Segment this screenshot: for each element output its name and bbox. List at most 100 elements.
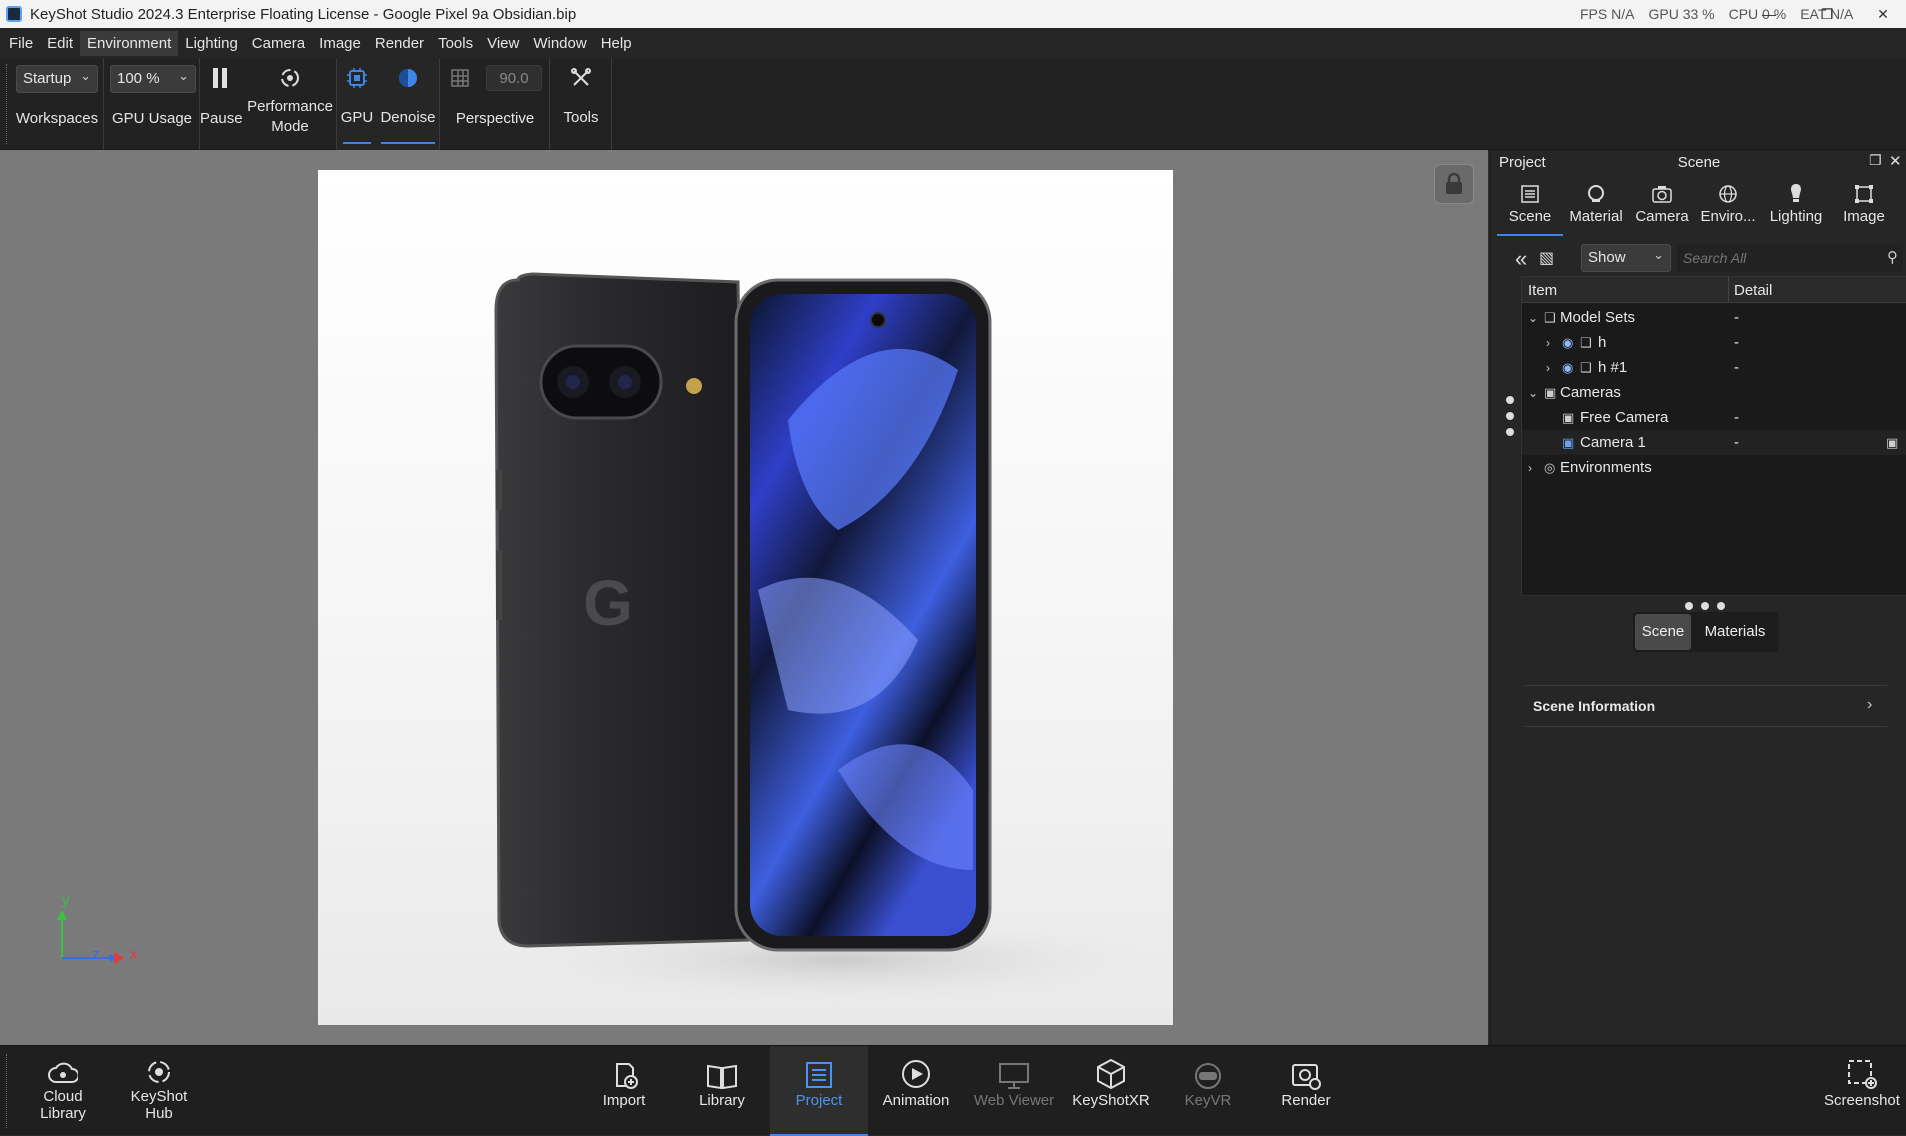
- expand-chevron-icon[interactable]: ›: [1546, 336, 1550, 350]
- segment-materials[interactable]: Materials: [1693, 614, 1777, 650]
- camera-icon: ▣: [1562, 434, 1575, 450]
- tree-row-model-sets[interactable]: ⌄ ❑ Model Sets -: [1522, 305, 1906, 330]
- render-viewport[interactable]: G y z x: [0, 150, 1488, 1045]
- workspace-select[interactable]: Startup ⌄: [16, 65, 98, 93]
- gpu-usage-value: 100 %: [117, 70, 160, 87]
- chevron-down-icon: ⌄: [178, 68, 189, 83]
- keyshot-hub-label-1: KeyShot: [130, 1088, 188, 1105]
- menu-lighting[interactable]: Lighting: [178, 31, 245, 56]
- keyshotxr-button[interactable]: KeyShotXR: [1064, 1046, 1158, 1136]
- segment-scene[interactable]: Scene: [1635, 614, 1691, 650]
- tools-label: Tools: [563, 109, 599, 126]
- detail-column-header[interactable]: Detail: [1734, 282, 1772, 299]
- performance-mode-button[interactable]: Performance Mode: [244, 58, 336, 150]
- library-button[interactable]: Library: [678, 1046, 766, 1136]
- tab-lighting[interactable]: Lighting: [1763, 180, 1829, 236]
- menu-image[interactable]: Image: [312, 31, 368, 56]
- fov-input[interactable]: 90.0: [486, 65, 542, 91]
- toolbar-ribbon: Startup ⌄ Workspaces 100 % ⌄ GPU Usage P…: [0, 58, 1906, 150]
- menu-file[interactable]: File: [2, 31, 40, 56]
- pause-button[interactable]: Pause: [200, 58, 243, 150]
- expand-chevron-icon[interactable]: ⌄: [1528, 386, 1538, 400]
- restore-button[interactable]: ❐: [1804, 0, 1850, 28]
- camera-icon: ▣: [1544, 384, 1557, 400]
- project-button[interactable]: Project: [770, 1046, 868, 1136]
- library-label: Library: [699, 1092, 745, 1109]
- panel-splitter-handle[interactable]: [1505, 394, 1515, 438]
- menu-window[interactable]: Window: [526, 31, 593, 56]
- tree-row-h-1[interactable]: › ◉ ❑ h #1 -: [1522, 355, 1906, 380]
- tree-row-free-camera[interactable]: ▣ Free Camera -: [1522, 405, 1906, 430]
- import-button[interactable]: Import: [580, 1046, 668, 1136]
- expand-chevron-icon[interactable]: ›: [1528, 461, 1532, 475]
- keyvr-label: KeyVR: [1184, 1092, 1232, 1109]
- show-select[interactable]: Show ⌄: [1581, 244, 1671, 272]
- tools-icon: [550, 64, 612, 92]
- eye-icon[interactable]: ◉: [1562, 335, 1573, 351]
- undock-icon[interactable]: ❐: [1869, 152, 1882, 169]
- perspective-label: Perspective: [455, 110, 535, 127]
- lock-icon: [1446, 172, 1462, 194]
- menu-edit[interactable]: Edit: [40, 31, 80, 56]
- project-panel: Project Scene ❐ ✕ Scene Material Camera …: [1490, 150, 1906, 1045]
- menu-render[interactable]: Render: [368, 31, 431, 56]
- keyvr-button[interactable]: KeyVR: [1164, 1046, 1252, 1136]
- search-input[interactable]: [1677, 244, 1903, 272]
- menu-camera[interactable]: Camera: [245, 31, 312, 56]
- menu-tools[interactable]: Tools: [431, 31, 480, 56]
- horizontal-splitter-handle[interactable]: [1683, 598, 1727, 610]
- tree-row-h[interactable]: › ◉ ❑ h -: [1522, 330, 1906, 355]
- tab-scene[interactable]: Scene: [1497, 180, 1563, 236]
- expand-chevron-icon[interactable]: ›: [1546, 361, 1550, 375]
- keyshot-hub-button[interactable]: KeyShot Hub: [118, 1046, 200, 1136]
- column-divider[interactable]: [1728, 277, 1729, 303]
- cloud-library-button[interactable]: Cloud Library: [22, 1046, 104, 1136]
- render-canvas[interactable]: G: [318, 170, 1173, 1025]
- denoise-toggle[interactable]: Denoise: [377, 58, 439, 150]
- image-frame-icon: [1831, 180, 1897, 208]
- tree-row-environments[interactable]: › ◎ Environments: [1522, 455, 1906, 480]
- globe-icon: [1695, 180, 1761, 208]
- tab-environment[interactable]: Enviro...: [1695, 180, 1761, 236]
- camera-icon: ▣: [1562, 409, 1575, 425]
- item-column-header[interactable]: Item: [1528, 282, 1557, 299]
- pause-label: Pause: [200, 110, 243, 127]
- tab-image[interactable]: Image: [1831, 180, 1897, 236]
- axis-gizmo: y z x: [52, 892, 142, 966]
- eye-icon[interactable]: ◉: [1562, 360, 1573, 376]
- perspective-group: 90.0 Perspective: [440, 58, 550, 150]
- menu-view[interactable]: View: [480, 31, 526, 56]
- close-panel-icon[interactable]: ✕: [1889, 152, 1902, 170]
- animation-button[interactable]: Animation: [872, 1046, 960, 1136]
- render-icon: [1262, 1046, 1350, 1092]
- model-filter-icon[interactable]: ▧: [1539, 248, 1554, 268]
- chevron-down-icon: ⌄: [1653, 247, 1664, 262]
- project-list-icon: [770, 1046, 868, 1092]
- menu-help[interactable]: Help: [594, 31, 639, 56]
- render-button[interactable]: Render: [1262, 1046, 1350, 1136]
- collapse-all-icon[interactable]: «: [1515, 246, 1527, 272]
- tab-camera[interactable]: Camera: [1629, 180, 1695, 236]
- menu-bar: File Edit Environment Lighting Camera Im…: [0, 28, 1906, 58]
- screenshot-button[interactable]: Screenshot: [1818, 1046, 1906, 1136]
- tools-button[interactable]: Tools: [550, 58, 612, 150]
- performance-label-2: Mode: [271, 118, 309, 135]
- vr-headset-icon: [1164, 1046, 1252, 1092]
- tab-material[interactable]: Material: [1563, 180, 1629, 236]
- gpu-toggle[interactable]: GPU: [339, 58, 375, 150]
- lock-view-button[interactable]: [1434, 164, 1474, 204]
- workspaces-label: Workspaces: [15, 110, 99, 127]
- close-button[interactable]: ✕: [1860, 0, 1906, 28]
- cloud-library-label-2: Library: [40, 1105, 86, 1122]
- grid-icon[interactable]: [446, 64, 474, 92]
- expand-chevron-icon[interactable]: ⌄: [1528, 311, 1538, 325]
- tree-row-cameras[interactable]: ⌄ ▣ Cameras: [1522, 380, 1906, 405]
- web-viewer-button[interactable]: Web Viewer: [962, 1046, 1066, 1136]
- tab-lighting-label: Lighting: [1769, 208, 1823, 225]
- lock-icon[interactable]: ▣: [1886, 435, 1898, 451]
- tree-row-camera-1[interactable]: ▣ Camera 1 - ▣: [1522, 430, 1906, 455]
- menu-environment[interactable]: Environment: [80, 30, 179, 56]
- scene-information-section[interactable]: Scene Information ›: [1525, 685, 1887, 727]
- gpu-usage-select[interactable]: 100 % ⌄: [110, 65, 196, 93]
- minimize-button[interactable]: —: [1746, 0, 1792, 28]
